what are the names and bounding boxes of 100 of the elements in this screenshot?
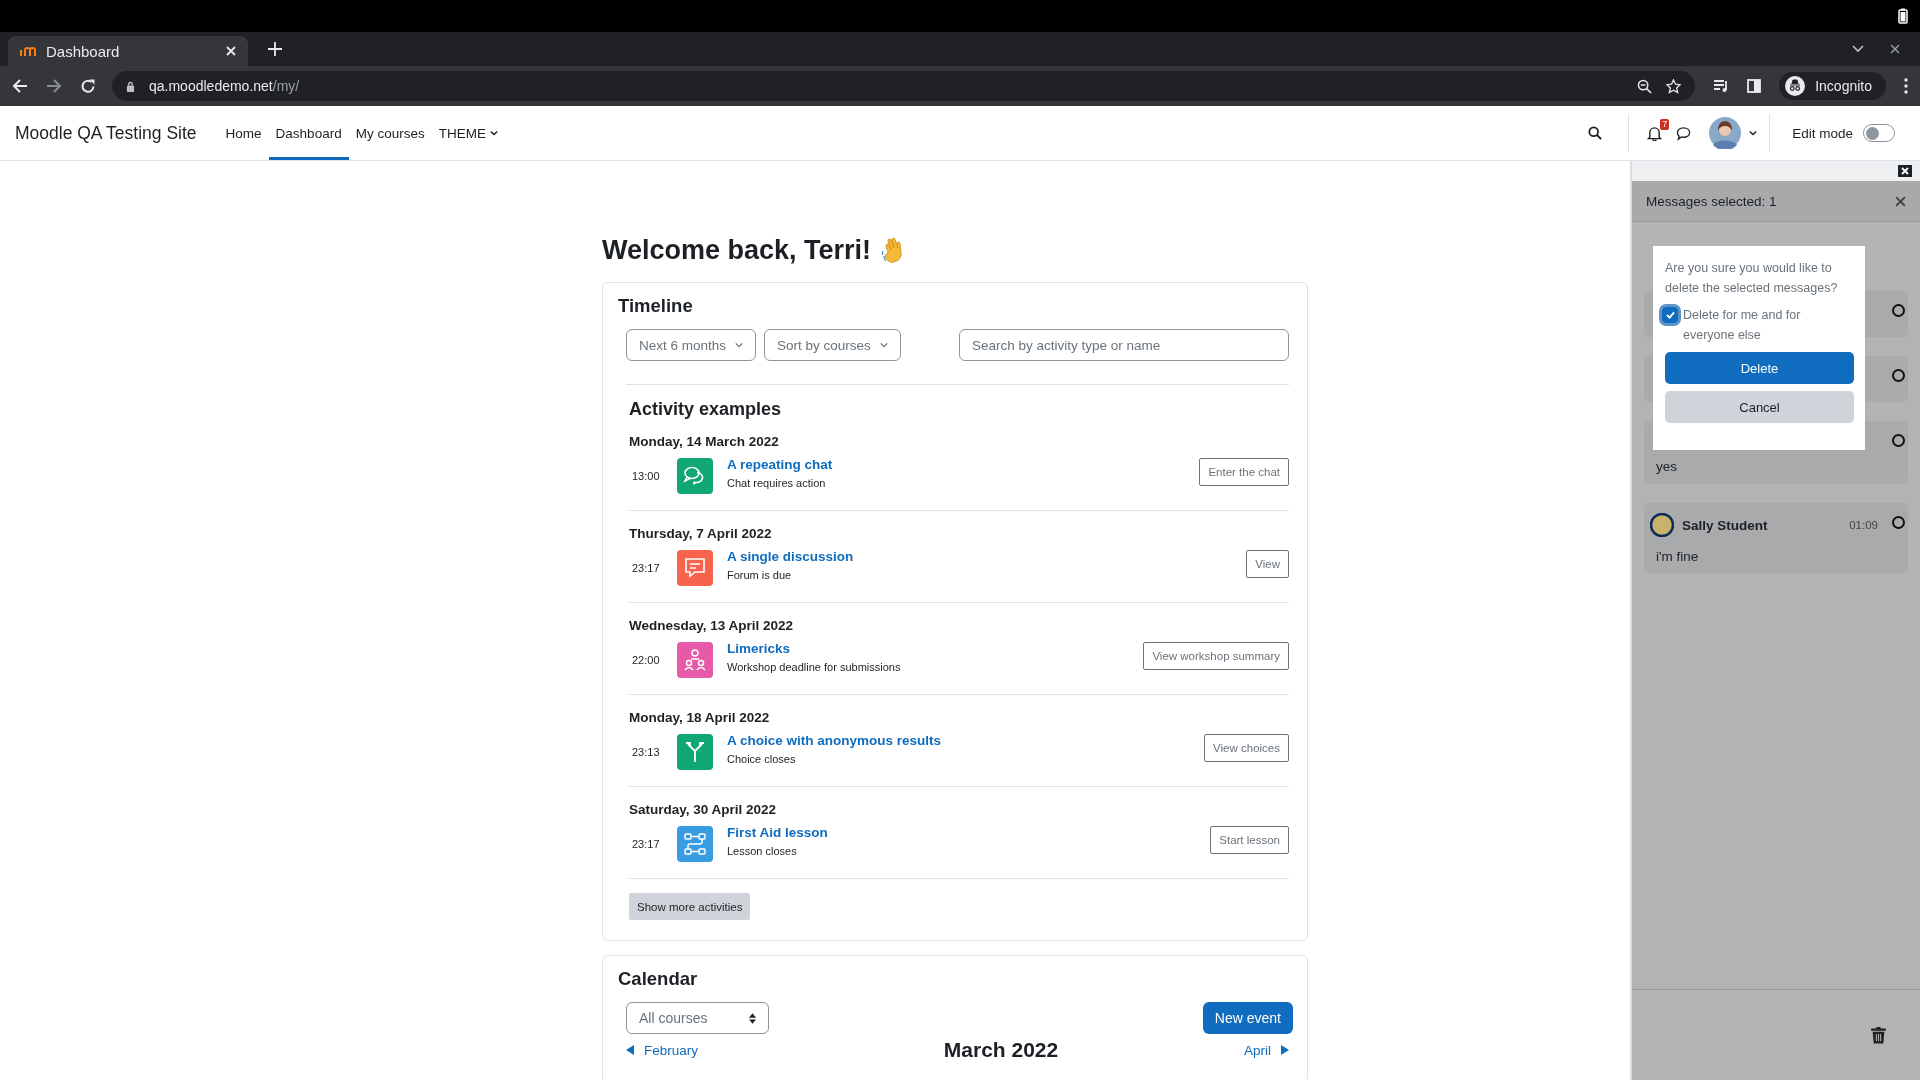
caret-icon[interactable] — [1749, 130, 1758, 136]
delete-button[interactable]: Delete — [1665, 352, 1854, 384]
new-tab-icon[interactable] — [268, 42, 282, 56]
address-bar[interactable]: qa.moodledemo.net/my/ — [112, 71, 1696, 101]
caret-icon — [489, 130, 498, 136]
event-time: 23:13 — [631, 746, 661, 758]
incognito-icon — [1785, 76, 1806, 96]
select-circle[interactable] — [1892, 516, 1905, 529]
back-icon[interactable] — [12, 78, 28, 94]
lock-icon — [126, 80, 135, 92]
show-more-button[interactable]: Show more activities — [629, 893, 751, 920]
lesson-activity-icon — [677, 826, 713, 862]
forward-icon[interactable] — [46, 78, 62, 94]
message-text: yes — [1656, 459, 1678, 474]
date-heading: Monday, 14 March 2022 — [629, 434, 780, 449]
site-icon — [20, 45, 36, 57]
star-icon[interactable] — [1666, 78, 1682, 94]
event-time: 23:17 — [631, 562, 661, 574]
card-title: Calendar — [618, 968, 699, 990]
activity-link[interactable]: First Aid lesson — [727, 825, 828, 840]
filter-dropdown[interactable]: Sort by courses — [764, 329, 901, 361]
action-button[interactable]: View workshop summary — [1143, 642, 1289, 670]
profile-button[interactable]: Incognito — [1779, 72, 1886, 100]
new-event-button[interactable]: New event — [1202, 1002, 1293, 1034]
close-icon[interactable] — [1898, 165, 1912, 177]
bell-icon[interactable] — [1647, 125, 1663, 141]
page-heading: Welcome back, Terri! — [602, 234, 872, 266]
event-time: 23:17 — [631, 838, 661, 850]
event-time: 13:00 — [631, 470, 661, 482]
caret-icon — [879, 342, 888, 348]
checkbox-label: Delete for me and for everyone else — [1683, 307, 1802, 344]
trash-icon[interactable] — [1871, 1026, 1886, 1044]
edit-mode-label: Edit mode — [1792, 125, 1853, 141]
date-heading: Saturday, 30 April 2022 — [629, 802, 778, 817]
select-circle[interactable] — [1892, 304, 1905, 317]
date-heading: Wednesday, 13 April 2022 — [629, 618, 795, 633]
message-time: 01:09 — [1849, 519, 1878, 531]
site-name[interactable]: Moodle QA Testing Site — [15, 122, 197, 144]
action-button[interactable]: Start lesson — [1210, 826, 1289, 854]
date-heading: Thursday, 7 April 2022 — [629, 526, 773, 541]
activity-link[interactable]: A single discussion — [727, 549, 854, 564]
workshop-activity-icon — [677, 642, 713, 678]
nav-link[interactable]: THEME — [431, 106, 505, 160]
action-button[interactable]: View — [1246, 550, 1289, 578]
message-bubble[interactable]: Sally Student 01:09 i'm fine — [1644, 503, 1908, 574]
action-button[interactable]: View choices — [1204, 734, 1289, 762]
battery-icon — [1898, 8, 1908, 24]
checkmark-icon — [1665, 311, 1675, 319]
course-name: Activity examples — [629, 399, 783, 420]
activity-link[interactable]: A repeating chat — [727, 457, 833, 472]
date-heading: Monday, 18 April 2022 — [629, 710, 771, 725]
caret-icon — [735, 342, 744, 348]
chat-activity-icon — [677, 458, 713, 494]
triangle-left-icon — [626, 1045, 634, 1055]
event-description: Lesson closes — [727, 845, 798, 857]
event-description: Forum is due — [727, 569, 793, 581]
activity-link[interactable]: A choice with anonymous results — [727, 733, 942, 748]
avatar — [1650, 513, 1674, 537]
select-circle[interactable] — [1892, 369, 1905, 382]
close-icon[interactable] — [1890, 44, 1900, 54]
choice-activity-icon — [677, 734, 713, 770]
triangle-right-icon — [1281, 1045, 1289, 1055]
event-description: Chat requires action — [727, 477, 827, 489]
selection-count: Messages selected: 1 — [1646, 193, 1777, 209]
zoom-out-icon[interactable] — [1637, 78, 1653, 94]
sort-arrows-icon — [749, 1012, 756, 1024]
activity-link[interactable]: Limericks — [727, 641, 901, 656]
media-icon[interactable] — [1713, 79, 1730, 93]
chevron-down-icon[interactable] — [1852, 45, 1864, 53]
forum-activity-icon — [677, 550, 713, 586]
search-field[interactable]: Search by activity type or name — [959, 329, 1289, 361]
avatar[interactable] — [1709, 117, 1742, 149]
nav-link[interactable]: Home — [218, 106, 269, 160]
message-text: i'm fine — [1656, 549, 1700, 564]
reload-icon[interactable] — [80, 78, 96, 94]
event-time: 22:00 — [631, 654, 661, 666]
tab-title: Dashboard — [46, 42, 121, 60]
select-circle[interactable] — [1892, 434, 1905, 447]
next-month-link[interactable]: April — [1243, 1042, 1289, 1058]
event-description: Workshop deadline for submissions — [727, 661, 901, 673]
sender-name: Sally Student — [1682, 517, 1768, 533]
search-icon[interactable] — [1588, 126, 1603, 140]
action-button[interactable]: Enter the chat — [1199, 458, 1289, 486]
filter-dropdown[interactable]: Next 6 months — [626, 329, 757, 361]
browser-tab[interactable]: Dashboard — [8, 36, 248, 66]
nav-link[interactable]: My courses — [348, 106, 432, 160]
card-title: Timeline — [618, 295, 694, 317]
notification-count: 7 — [1660, 118, 1670, 130]
chat-icon[interactable] — [1676, 125, 1692, 141]
url-text: qa.moodledemo.net/my/ — [149, 78, 300, 94]
previous-month-link[interactable]: February — [626, 1042, 699, 1058]
checkbox[interactable] — [1662, 307, 1678, 323]
course-select[interactable]: All courses — [626, 1002, 769, 1034]
side-panel-icon[interactable] — [1747, 79, 1762, 93]
menu-icon[interactable] — [1904, 78, 1908, 94]
event-description: Choice closes — [727, 753, 797, 765]
cancel-button[interactable]: Cancel — [1665, 391, 1854, 423]
dialog-question: Are you sure you would like to delete the selected messages? — [1665, 260, 1839, 297]
month-title: March 2022 — [943, 1038, 1059, 1062]
edit-mode-toggle[interactable] — [1863, 124, 1895, 142]
